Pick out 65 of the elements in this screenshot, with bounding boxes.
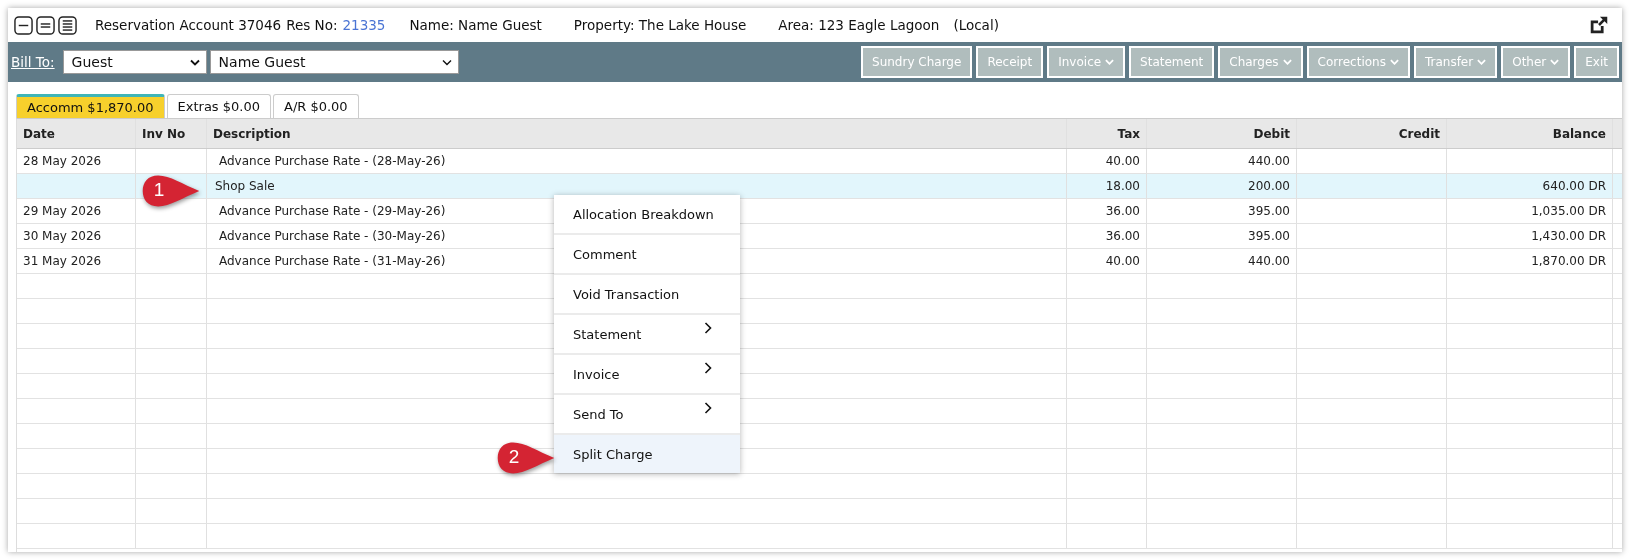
table-cell: Advance Purchase Rate - (29-May-26) (219, 204, 446, 218)
caret-icon (441, 58, 452, 66)
column-header[interactable]: Debit (1147, 119, 1297, 148)
tab[interactable]: Extras $0.00 (166, 94, 271, 118)
column-header[interactable]: Date (17, 119, 136, 148)
chevron-down-icon (1477, 59, 1487, 65)
table-cell: 40.00 (1105, 154, 1140, 168)
column-header[interactable]: Credit (1297, 119, 1447, 148)
area-local: (Local) (953, 17, 999, 33)
bill-to-name-select[interactable]: Name Guest (209, 50, 459, 74)
column-header[interactable]: Inv No (136, 119, 207, 148)
table-cell: 1,870.00 DR (1531, 254, 1606, 268)
table-cell: 18.00 (1105, 179, 1140, 193)
table-cell: 1,035.00 DR (1531, 204, 1606, 218)
callout-marker: 2 (496, 440, 556, 476)
caret-icon (189, 58, 200, 66)
menu-item[interactable]: Void Transaction (554, 275, 740, 315)
chevron-right-icon (704, 402, 712, 414)
res-no-label: Res No: (286, 17, 338, 33)
table-cell: Advance Purchase Rate - (30-May-26) (219, 229, 446, 243)
property-name: Property: The Lake House (573, 17, 747, 33)
table-cell: Advance Purchase Rate - (31-May-26) (219, 254, 446, 268)
double-line-view-icon[interactable] (36, 15, 55, 35)
column-header[interactable]: Tax (1067, 119, 1147, 148)
chevron-down-icon (1389, 59, 1399, 65)
menu-item[interactable]: Split Charge (554, 435, 740, 473)
column-header[interactable]: Description (207, 119, 1067, 148)
table-cell: 29 May 2026 (23, 204, 102, 218)
menu-item[interactable]: Statement (554, 315, 740, 355)
table-cell: 30 May 2026 (23, 229, 102, 243)
table-cell: 36.00 (1105, 204, 1140, 218)
chevron-down-icon (1105, 59, 1115, 65)
guest-name: Name: Name Guest (409, 17, 542, 33)
table-cell: Shop Sale (215, 179, 275, 193)
bill-to-type-select[interactable]: Guest (62, 50, 207, 74)
table-cell: 200.00 (1248, 179, 1290, 193)
chevron-right-icon (704, 322, 712, 334)
chevron-right-icon (704, 362, 712, 374)
table-cell: 31 May 2026 (23, 254, 102, 268)
table-cell: 440.00 (1248, 154, 1290, 168)
table-cell: 640.00 DR (1542, 179, 1606, 193)
table-cell: 395.00 (1248, 229, 1290, 243)
table-cell: 40.00 (1105, 254, 1140, 268)
res-no-link[interactable]: 21335 (342, 17, 386, 33)
menu-item[interactable]: Comment (554, 235, 740, 275)
table-cell: Advance Purchase Rate - (28-May-26) (219, 154, 446, 168)
area-name: Area: 123 Eagle Lagoon (778, 17, 940, 33)
callout-marker: 1 (141, 173, 201, 209)
table-cell: 28 May 2026 (23, 154, 102, 168)
chevron-down-icon (1550, 59, 1560, 65)
table-cell: 440.00 (1248, 254, 1290, 268)
table-cell: 395.00 (1248, 204, 1290, 218)
single-line-view-icon[interactable] (14, 15, 33, 35)
menu-item[interactable]: Allocation Breakdown (554, 195, 740, 235)
table-cell: 1,430.00 DR (1531, 229, 1606, 243)
table-cell: 36.00 (1105, 229, 1140, 243)
popout-icon[interactable] (1588, 14, 1610, 36)
tab[interactable]: A/R $0.00 (273, 94, 359, 118)
chevron-down-icon (1282, 59, 1292, 65)
menu-item[interactable]: Invoice (554, 355, 740, 395)
bill-to-link[interactable]: Bill To: (11, 54, 55, 70)
tab[interactable]: Accomm $1,870.00 (16, 94, 165, 118)
account-title: Reservation Account 37046 (95, 17, 282, 33)
list-view-icon[interactable] (58, 15, 77, 35)
column-header[interactable]: Balance (1447, 119, 1613, 148)
